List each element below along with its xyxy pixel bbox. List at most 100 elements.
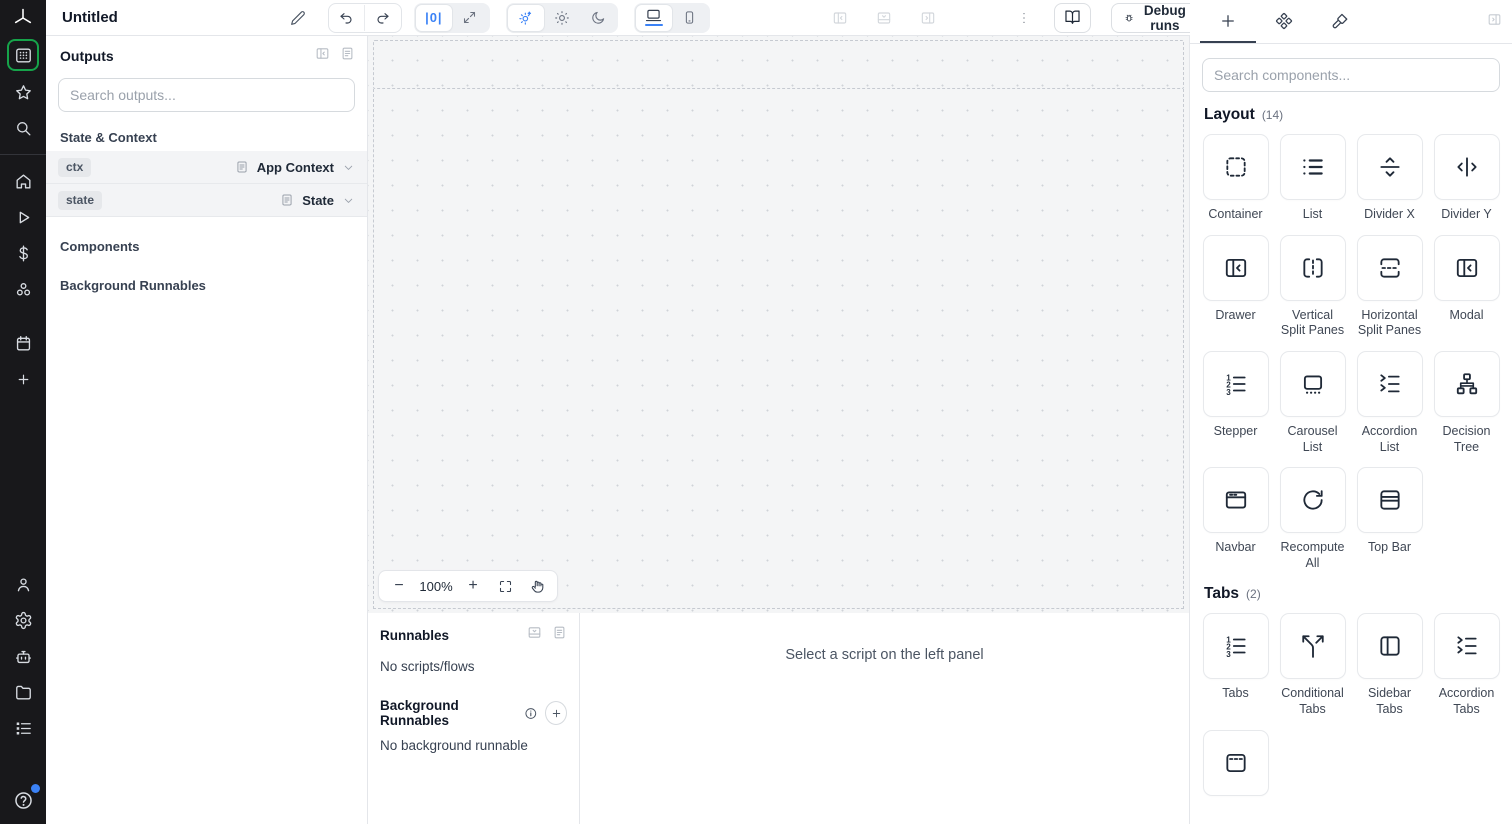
sidebar-item-audit-logs[interactable]: [8, 713, 38, 743]
invisible-tabs-icon[interactable]: [1202, 729, 1269, 796]
zoom-out-button[interactable]: −: [385, 573, 413, 599]
component-sidebar-tabs[interactable]: Sidebar Tabs: [1356, 613, 1423, 717]
docs-book-button[interactable]: [1053, 2, 1091, 33]
drawer-icon[interactable]: [1202, 234, 1269, 301]
component-conditional-tabs[interactable]: Conditional Tabs: [1279, 613, 1346, 717]
theme-auto-button[interactable]: [507, 4, 544, 31]
device-desktop-button[interactable]: [635, 4, 672, 31]
sidebar-item-settings[interactable]: [8, 605, 38, 635]
component-drawer[interactable]: Drawer: [1202, 234, 1269, 339]
sidebar-item-apps[interactable]: [7, 39, 39, 71]
toggle-left-panel-icon[interactable]: [826, 4, 854, 32]
rail-divider: [0, 154, 46, 155]
state-output-row[interactable]: state State: [46, 184, 367, 217]
conditional-tabs-icon[interactable]: [1279, 613, 1346, 680]
tab-styling[interactable]: [1312, 0, 1368, 43]
component-tabs[interactable]: 1 2 3 Tabs: [1202, 613, 1269, 717]
recompute-icon[interactable]: [1279, 467, 1346, 534]
component-recompute-all[interactable]: Recompute All: [1279, 467, 1346, 571]
chevron-down-icon[interactable]: [342, 161, 355, 174]
sidebar-item-variables[interactable]: [8, 238, 38, 268]
tab-component-settings[interactable]: [1256, 0, 1312, 43]
redo-button[interactable]: [365, 5, 401, 31]
component-divider-y[interactable]: Divider Y: [1433, 134, 1500, 223]
windmill-logo[interactable]: [0, 0, 46, 36]
outputs-panel: Outputs State & Context ctx App: [46, 36, 368, 824]
maximize-canvas-button[interactable]: [452, 5, 488, 31]
sidebar-item-schedules[interactable]: [8, 328, 38, 358]
debug-runs-label: Debug runs: [1143, 2, 1186, 33]
navbar-icon[interactable]: [1202, 467, 1269, 534]
undo-button[interactable]: [329, 4, 365, 31]
collapse-right-panel-icon[interactable]: [1487, 12, 1502, 32]
help-icon[interactable]: [8, 784, 40, 815]
component-decision-tree[interactable]: Decision Tree: [1433, 350, 1500, 455]
zero-width-button[interactable]: |0|: [415, 4, 452, 31]
divider-y-icon[interactable]: [1433, 134, 1500, 200]
sidebar-item-folders[interactable]: [8, 677, 38, 707]
component-container[interactable]: Container: [1202, 134, 1269, 223]
sidebar-item-resources[interactable]: [8, 274, 38, 304]
search-icon[interactable]: [8, 113, 38, 143]
component-navbar[interactable]: Navbar: [1202, 467, 1269, 571]
modal-icon[interactable]: [1433, 234, 1500, 301]
chevron-down-icon[interactable]: [342, 194, 355, 207]
component-accordion-tabs[interactable]: Accordion Tabs: [1433, 613, 1500, 717]
add-background-runnable-button[interactable]: [545, 701, 567, 725]
zoom-in-button[interactable]: +: [459, 573, 487, 599]
sidebar-item-home[interactable]: [8, 166, 38, 196]
toggle-bottom-panel-icon[interactable]: [870, 4, 898, 32]
list-icon[interactable]: [1279, 134, 1346, 200]
ctx-output-row[interactable]: ctx App Context: [46, 151, 367, 184]
kebab-menu-icon[interactable]: [1016, 4, 1032, 32]
tab-insert-component[interactable]: [1200, 0, 1256, 43]
component-horizontal-split-panes[interactable]: Horizontal Split Panes: [1356, 234, 1423, 339]
sidebar-item-workers[interactable]: [8, 641, 38, 671]
component-divider-x[interactable]: Divider X: [1356, 134, 1423, 223]
container-icon[interactable]: [1202, 134, 1269, 200]
collapse-runnables-panel-icon[interactable]: [527, 625, 542, 645]
canvas-empty-grid-cell[interactable]: [373, 40, 1184, 89]
accordion-icon[interactable]: [1433, 613, 1500, 680]
outputs-search[interactable]: [58, 78, 355, 112]
component-accordion-list[interactable]: Accordion List: [1356, 350, 1423, 455]
sidebar-item-favorites[interactable]: [8, 77, 38, 107]
edit-title-pencil-icon[interactable]: [290, 4, 306, 32]
divider-x-icon[interactable]: [1356, 134, 1423, 200]
outputs-search-input[interactable]: [70, 87, 343, 103]
component-carousel-list[interactable]: Carousel List: [1279, 350, 1346, 455]
components-search-input[interactable]: [1214, 67, 1488, 83]
theme-light-button[interactable]: [544, 5, 580, 31]
component-modal[interactable]: Modal: [1433, 234, 1500, 339]
pan-hand-icon[interactable]: [523, 573, 551, 599]
top-bar-icon[interactable]: [1356, 467, 1423, 534]
outputs-doc-icon[interactable]: [340, 46, 355, 66]
vertical-split-icon[interactable]: [1279, 234, 1346, 301]
component-invisible-tabs[interactable]: [1202, 729, 1269, 803]
tabs-icon[interactable]: 123: [1202, 613, 1269, 680]
toggle-right-panel-icon[interactable]: [914, 4, 942, 32]
device-mobile-button[interactable]: [672, 5, 708, 31]
runnables-doc-icon[interactable]: [552, 625, 567, 645]
sidebar-item-users[interactable]: [8, 569, 38, 599]
stepper-icon[interactable]: 123: [1202, 350, 1269, 417]
theme-dark-button[interactable]: [580, 5, 616, 31]
carousel-icon[interactable]: [1279, 350, 1346, 417]
sidebar-item-runs[interactable]: [8, 202, 38, 232]
components-search[interactable]: [1202, 58, 1500, 92]
accordion-icon[interactable]: [1356, 350, 1423, 417]
component-top-bar[interactable]: Top Bar: [1356, 467, 1423, 571]
rail-more-plus-icon[interactable]: [8, 364, 38, 394]
canvas-grid-area[interactable]: [373, 89, 1184, 609]
component-label: Decision Tree: [1442, 423, 1491, 454]
collapse-outputs-panel-icon[interactable]: [315, 46, 330, 66]
component-vertical-split-panes[interactable]: Vertical Split Panes: [1279, 234, 1346, 339]
sidebar-tabs-icon[interactable]: [1356, 613, 1423, 680]
app-canvas[interactable]: − 100% +: [368, 36, 1190, 613]
component-stepper[interactable]: 1 2 3 Stepper: [1202, 350, 1269, 455]
horizontal-split-icon[interactable]: [1356, 234, 1423, 301]
component-list[interactable]: List: [1279, 134, 1346, 223]
decision-tree-icon[interactable]: [1433, 350, 1500, 417]
component-label: Carousel List: [1287, 423, 1338, 454]
fit-to-screen-icon[interactable]: [491, 573, 519, 599]
